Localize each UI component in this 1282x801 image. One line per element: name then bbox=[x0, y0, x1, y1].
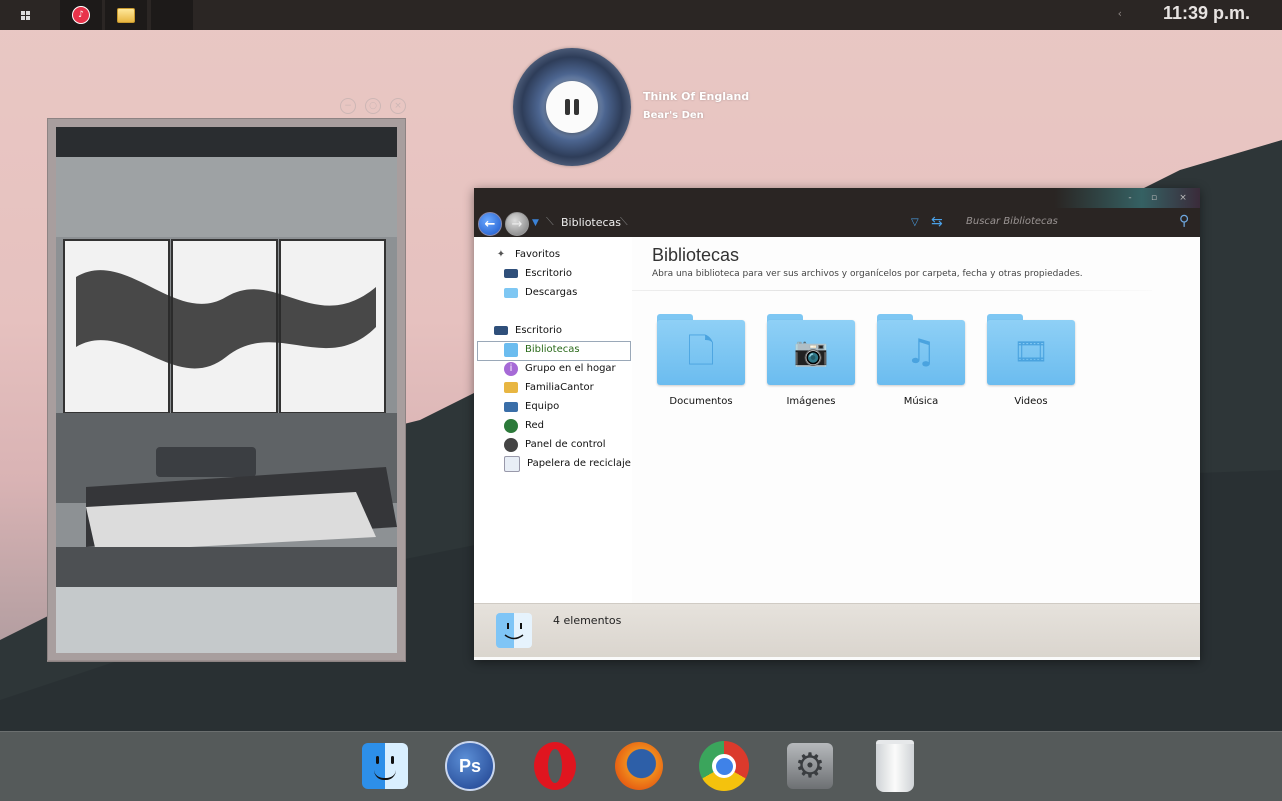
finder-icon bbox=[496, 613, 532, 648]
window-title-bar[interactable]: - ▫ × bbox=[474, 188, 1200, 208]
dock-item-trash[interactable] bbox=[869, 740, 921, 792]
desktop-icon bbox=[504, 269, 518, 278]
sidebar-item-descargas[interactable]: Descargas bbox=[504, 283, 577, 302]
folder-icon bbox=[117, 7, 135, 23]
dock-item-chrome[interactable] bbox=[698, 740, 750, 792]
finder-face-glyph bbox=[504, 623, 524, 640]
back-button[interactable]: ← bbox=[478, 212, 502, 236]
navigation-pane: ✦ Favoritos Escritorio Descargas Escrito… bbox=[474, 237, 632, 603]
navigation-bar: ← → ▼ ⟍ Bibliotecas ⟍ ▽ ⇆ Buscar Bibliot… bbox=[474, 208, 1200, 237]
header-divider bbox=[632, 290, 1152, 291]
arrow-right-icon: → bbox=[511, 216, 523, 232]
details-pane: 4 elementos bbox=[474, 603, 1200, 657]
search-icon[interactable]: ⚲ bbox=[1179, 213, 1189, 229]
sidebar-item-equipo[interactable]: Equipo bbox=[504, 397, 559, 416]
address-dropdown-icon[interactable]: ▽ bbox=[911, 217, 919, 228]
gear-icon: ⚙ bbox=[787, 743, 833, 789]
star-icon: ✦ bbox=[496, 249, 506, 260]
photo-widget-shadow bbox=[47, 660, 404, 661]
sidebar-item-papelera-de-reciclaje[interactable]: Papelera de reciclaje bbox=[504, 454, 631, 473]
monitor-icon bbox=[494, 326, 508, 335]
page-title: Bibliotecas bbox=[652, 245, 740, 265]
photo-widget-minimize-button[interactable]: − bbox=[340, 98, 356, 114]
dock: Ps ⚙ bbox=[0, 731, 1282, 801]
network-icon bbox=[504, 418, 518, 433]
explorer-taskbar-button[interactable] bbox=[105, 0, 147, 30]
recycle-bin-icon bbox=[504, 455, 520, 472]
content-pane: Bibliotecas Abra una biblioteca para ver… bbox=[632, 237, 1200, 603]
song-title: Think Of England bbox=[643, 90, 750, 103]
document-icon: 🗋 bbox=[687, 332, 715, 372]
item-count: 4 elementos bbox=[553, 614, 622, 627]
dock-item-firefox[interactable] bbox=[613, 740, 665, 792]
forward-button[interactable]: → bbox=[505, 212, 529, 236]
libraries-icon bbox=[504, 342, 518, 357]
search-input[interactable]: Buscar Bibliotecas bbox=[966, 216, 1058, 227]
itunes-taskbar-button[interactable]: ♪ bbox=[60, 0, 102, 30]
recent-pages-dropdown-icon[interactable]: ▼ bbox=[532, 218, 539, 228]
start-button[interactable] bbox=[4, 0, 46, 30]
clock: 11:39 p.m. bbox=[1162, 3, 1250, 23]
close-button[interactable]: × bbox=[1173, 191, 1193, 205]
sidebar-item-escritorio[interactable]: Escritorio bbox=[504, 264, 572, 283]
photoshop-icon: Ps bbox=[445, 741, 495, 791]
dock-item-photoshop[interactable]: Ps bbox=[444, 740, 496, 792]
dock-item-finder[interactable] bbox=[359, 740, 411, 792]
homegroup-icon: i bbox=[504, 361, 518, 376]
taskbar-empty-slot[interactable] bbox=[151, 0, 193, 30]
user-folder-icon bbox=[504, 382, 518, 393]
dock-item-system-preferences[interactable]: ⚙ bbox=[784, 740, 836, 792]
play-pause-button[interactable] bbox=[546, 81, 598, 133]
library-folder-videos[interactable]: 🎞 Videos bbox=[985, 312, 1077, 412]
folder-label: Videos bbox=[1014, 396, 1048, 407]
breadcrumb[interactable]: Bibliotecas bbox=[561, 216, 621, 229]
tray-expand-icon[interactable]: ‹ bbox=[1118, 7, 1122, 20]
breadcrumb-separator[interactable]: ⟍ bbox=[620, 215, 628, 229]
pause-icon bbox=[565, 99, 579, 115]
library-folder-imagenes[interactable]: 📷 Imágenes bbox=[765, 312, 857, 412]
chrome-icon bbox=[699, 741, 749, 791]
library-folder-documentos[interactable]: 🗋 Documentos bbox=[655, 312, 747, 412]
album-art-disc bbox=[513, 48, 631, 166]
explorer-window: - ▫ × ← → ▼ ⟍ Bibliotecas ⟍ ▽ ⇆ Buscar B… bbox=[474, 188, 1200, 660]
library-folder-musica[interactable]: ♫ Música bbox=[875, 312, 967, 412]
downloads-folder-icon bbox=[504, 287, 518, 298]
minimize-button[interactable]: - bbox=[1120, 191, 1140, 205]
itunes-icon: ♪ bbox=[72, 6, 90, 24]
arrow-left-icon: ← bbox=[484, 216, 496, 232]
photo-image bbox=[56, 127, 397, 653]
opera-icon bbox=[534, 742, 576, 790]
sidebar-item-red[interactable]: Red bbox=[504, 416, 544, 435]
sidebar-item-panel-de-control[interactable]: Panel de control bbox=[504, 435, 606, 454]
music-note-icon: ♫ bbox=[905, 332, 937, 372]
breadcrumb-separator: ⟍ bbox=[546, 215, 554, 228]
photo-widget-settings-button[interactable]: ○ bbox=[365, 98, 381, 114]
sidebar-item-grupo-en-el-hogar[interactable]: i Grupo en el hogar bbox=[504, 359, 616, 378]
photo-widget-close-button[interactable]: × bbox=[390, 98, 406, 114]
bedroom-photo bbox=[56, 127, 397, 653]
camera-icon: 📷 bbox=[793, 335, 829, 368]
folder-label: Música bbox=[903, 396, 939, 407]
firefox-icon bbox=[615, 742, 663, 790]
maximize-button[interactable]: ▫ bbox=[1144, 191, 1164, 205]
sidebar-item-familiacantor[interactable]: FamiliaCantor bbox=[504, 378, 594, 397]
page-description: Abra una biblioteca para ver sus archivo… bbox=[652, 269, 1083, 279]
folder-label: Imágenes bbox=[786, 396, 836, 407]
dock-item-opera[interactable] bbox=[529, 740, 581, 792]
refresh-icon[interactable]: ⇆ bbox=[931, 214, 943, 230]
song-artist: Bear's Den bbox=[643, 110, 704, 121]
sidebar-group-favoritos[interactable]: ✦ Favoritos bbox=[494, 245, 560, 264]
top-taskbar: ♪ ‹ 11:39 p.m. bbox=[0, 0, 1282, 30]
film-icon: 🎞 bbox=[1013, 335, 1049, 368]
control-panel-icon bbox=[504, 437, 518, 452]
photo-widget bbox=[47, 118, 406, 662]
sidebar-item-bibliotecas[interactable]: Bibliotecas bbox=[504, 340, 580, 359]
folder-label: Documentos bbox=[669, 396, 733, 407]
trash-icon bbox=[876, 740, 914, 792]
sidebar-group-escritorio[interactable]: Escritorio bbox=[494, 321, 562, 340]
windows-icon bbox=[20, 10, 30, 20]
finder-icon bbox=[362, 743, 408, 789]
computer-icon bbox=[504, 401, 518, 412]
